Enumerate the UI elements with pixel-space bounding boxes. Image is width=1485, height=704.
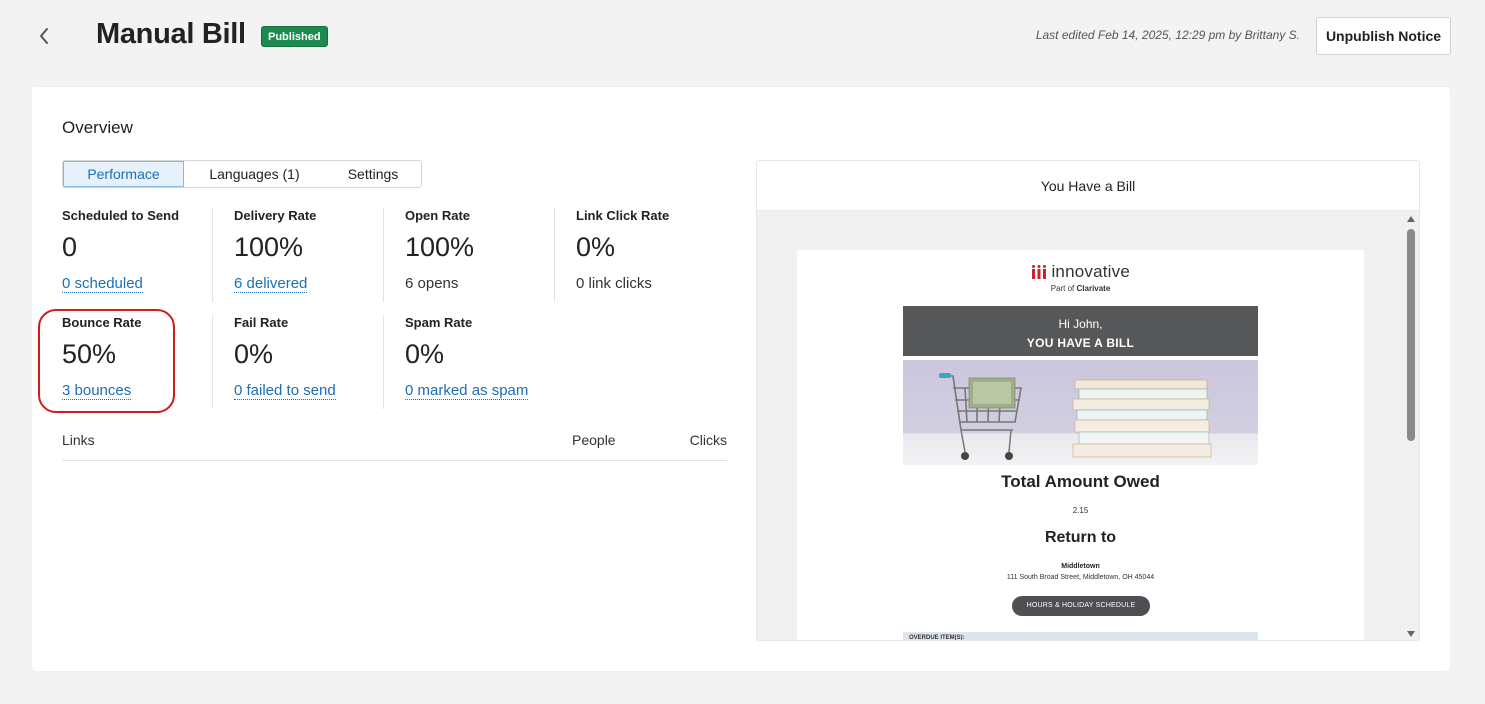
metric-label: Delivery Rate (234, 208, 317, 223)
metric-value: 100% (234, 232, 304, 262)
failed-link[interactable]: 0 failed to send (234, 382, 336, 400)
metric-delivery-rate: Delivery Rate 100% 6 delivered (212, 208, 383, 302)
unpublish-notice-button[interactable]: Unpublish Notice (1316, 17, 1451, 55)
metric-label: Spam Rate (405, 315, 473, 330)
scroll-up-icon[interactable] (1407, 216, 1415, 222)
branch-address: 111 South Broad Street, Middletown, OH 4… (1006, 574, 1155, 581)
tab-languages[interactable]: Languages (1) (184, 161, 325, 187)
metric-open-rate: Open Rate 100% 6 opens (383, 208, 554, 302)
links-column-header[interactable]: Links (62, 432, 95, 448)
tab-performance[interactable]: Performace (63, 161, 184, 187)
email-banner: Hi John, YOU HAVE A BILL (903, 306, 1258, 356)
overview-tabs: Performace Languages (1) Settings (62, 160, 422, 188)
metric-label: Scheduled to Send (62, 208, 180, 223)
scroll-down-icon[interactable] (1407, 631, 1415, 637)
return-to-title: Return to (1044, 529, 1117, 546)
last-edited-text: Last edited Feb 14, 2025, 12:29 pm by Br… (1035, 28, 1300, 42)
brand-sub-prefix: Part of (1050, 284, 1077, 293)
people-column-header[interactable]: People (572, 432, 616, 448)
overview-title: Overview (62, 118, 133, 137)
brand-logo: innovative (797, 262, 1364, 282)
total-amount-value: 2.15 (1072, 506, 1089, 515)
innovative-logo-icon (1031, 265, 1046, 279)
brand-subline: Part of Clarivate (797, 284, 1364, 293)
chevron-left-icon (40, 28, 48, 44)
greeting-text: Hi John, (1058, 317, 1103, 331)
top-bar: Manual Bill Published Last edited Feb 14… (0, 0, 1485, 80)
metric-scheduled-to-send: Scheduled to Send 0 0 scheduled (62, 208, 233, 302)
status-badge: Published (261, 26, 328, 47)
cart-and-books-illustration (939, 373, 1212, 460)
metric-value: 0% (405, 339, 445, 369)
brand-sub-strong: Clarivate (1076, 284, 1111, 293)
branch-name: Middletown (1061, 563, 1100, 570)
highlight-annotation (38, 309, 175, 413)
overdue-items-bar: OVERDUE ITEM(S): (903, 632, 1258, 640)
back-button[interactable] (30, 22, 58, 50)
brand-name: innovative (1051, 262, 1130, 281)
metric-value: 100% (405, 232, 475, 262)
preview-title: You Have a Bill (757, 161, 1419, 211)
metric-spam-rate: Spam Rate 0% 0 marked as spam (383, 315, 554, 409)
metric-link-click-rate: Link Click Rate 0% 0 link clicks (554, 208, 725, 302)
metric-value: 0 (62, 232, 78, 262)
metric-label: Open Rate (405, 208, 471, 223)
email-preview: You Have a Bill innovative Part of Clari… (756, 160, 1420, 641)
metric-value: 0% (576, 232, 616, 262)
opens-text: 6 opens (405, 275, 459, 292)
clicks-column-header[interactable]: Clicks (690, 432, 727, 448)
overview-card: Overview Performace Languages (1) Settin… (32, 87, 1450, 671)
email-body: innovative Part of Clarivate Hi John, YO… (797, 250, 1364, 640)
preview-scrollbar[interactable] (1404, 211, 1418, 640)
metric-fail-rate: Fail Rate 0% 0 failed to send (212, 315, 383, 409)
delivered-link[interactable]: 6 delivered (234, 275, 308, 293)
metric-value: 0% (234, 339, 274, 369)
metric-label: Link Click Rate (576, 208, 670, 223)
hero-image (903, 360, 1258, 465)
scheduled-link[interactable]: 0 scheduled (62, 275, 143, 293)
metric-label: Fail Rate (234, 315, 289, 330)
links-table-header: Links People Clicks (62, 431, 727, 461)
link-clicks-text: 0 link clicks (576, 275, 652, 292)
page-title: Manual Bill (96, 18, 246, 50)
scroll-thumb[interactable] (1407, 229, 1415, 441)
total-amount-title: Total Amount Owed (1001, 472, 1160, 491)
headline-text: YOU HAVE A BILL (1026, 336, 1135, 350)
tab-settings[interactable]: Settings (325, 161, 421, 187)
spam-link[interactable]: 0 marked as spam (405, 382, 529, 400)
hours-schedule-button[interactable]: HOURS & HOLIDAY SCHEDULE (1012, 596, 1150, 616)
